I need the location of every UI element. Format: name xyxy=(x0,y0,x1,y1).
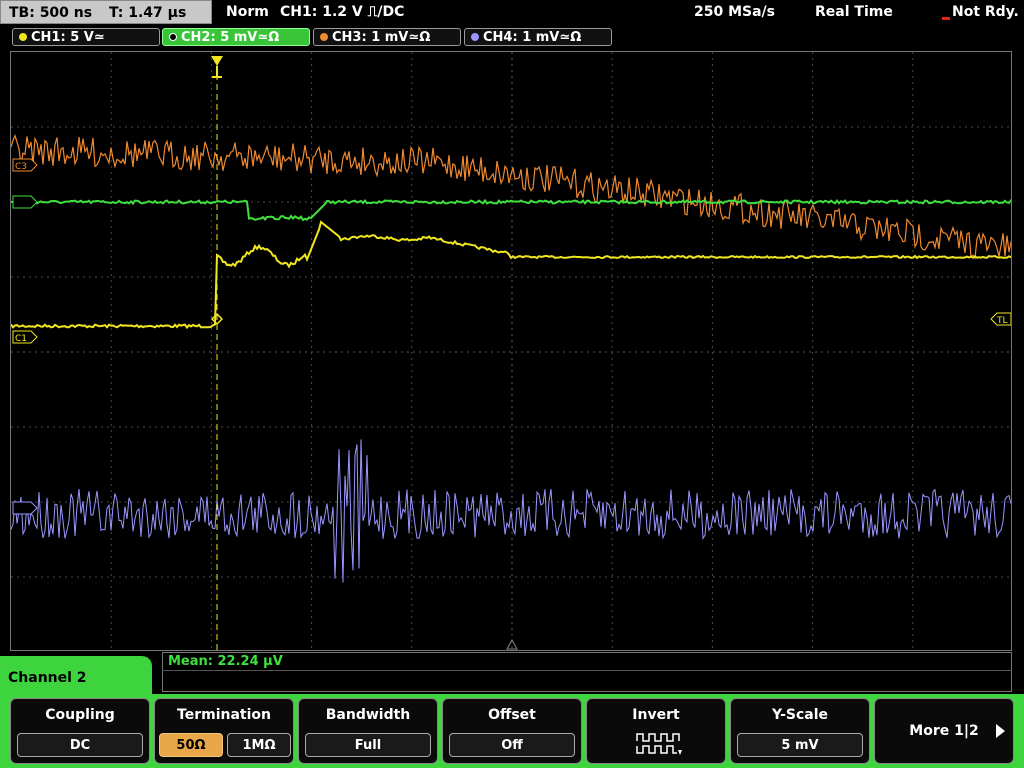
trigger-mode[interactable]: Norm xyxy=(226,4,269,20)
trigger-level-marker[interactable]: TL xyxy=(990,312,1011,326)
c2-marker-icon[interactable] xyxy=(12,195,38,209)
measurement-panel[interactable] xyxy=(162,652,1012,692)
invert-title: Invert xyxy=(632,707,680,723)
tab-ch4[interactable]: CH4: 1 mV≃Ω xyxy=(464,28,612,46)
tab-ch3-label: CH3: 1 mV≃Ω xyxy=(332,30,431,45)
yscale-value[interactable]: 5 mV xyxy=(737,733,863,757)
bandwidth-title: Bandwidth xyxy=(325,707,411,723)
trigger-level-label: TL xyxy=(996,316,1008,326)
c3-marker[interactable]: C3 xyxy=(12,158,38,172)
ch2-color-icon xyxy=(169,33,177,41)
timebase-value: TB: 500 ns xyxy=(9,5,93,21)
coupling-softkey[interactable]: Coupling DC xyxy=(10,698,150,764)
waveform-display[interactable]: C3 C1 TL xyxy=(10,51,1012,651)
timebase-box[interactable]: TB: 500 ns T: 1.47 µs xyxy=(0,0,212,24)
trigger-source[interactable]: CH1: 1.2 V ⎍/DC xyxy=(280,4,404,20)
sample-rate: 250 MSa/s xyxy=(694,4,776,20)
ch3-color-icon xyxy=(320,33,328,41)
tab-ch1[interactable]: CH1: 5 V≃ xyxy=(12,28,160,46)
trigger-position-icon[interactable] xyxy=(211,56,223,78)
waveform-svg: C3 C1 TL xyxy=(11,52,1011,650)
more-label: More 1|2 xyxy=(909,723,979,739)
tab-ch2-label: CH2: 5 mV≃Ω xyxy=(181,30,280,45)
measurement-mean: Mean: 22.24 µV xyxy=(168,654,283,669)
yscale-title: Y-Scale xyxy=(771,707,828,723)
arrow-right-icon xyxy=(996,724,1005,738)
trigger-time-value: T: 1.47 µs xyxy=(108,5,187,21)
termination-1mohm-option[interactable]: 1MΩ xyxy=(227,733,291,757)
termination-50ohm-option[interactable]: 50Ω xyxy=(159,733,223,757)
tab-ch4-label: CH4: 1 mV≃Ω xyxy=(483,30,582,45)
tab-ch2[interactable]: CH2: 5 mV≃Ω xyxy=(162,28,310,46)
more-softkey[interactable]: More 1|2 xyxy=(874,698,1014,764)
tab-ch3[interactable]: CH3: 1 mV≃Ω xyxy=(313,28,461,46)
top-status-bar: TB: 500 ns T: 1.47 µs Norm CH1: 1.2 V ⎍/… xyxy=(0,0,1024,26)
c3-marker-label: C3 xyxy=(15,162,27,172)
coupling-value[interactable]: DC xyxy=(17,733,143,757)
measurement-divider xyxy=(162,670,1012,671)
bandwidth-softkey[interactable]: Bandwidth Full xyxy=(298,698,438,764)
c4-marker-icon[interactable] xyxy=(12,501,38,515)
termination-title: Termination xyxy=(177,707,271,723)
c1-marker[interactable]: C1 xyxy=(12,330,38,344)
status-indicator-icon xyxy=(942,17,950,20)
offset-value[interactable]: Off xyxy=(449,733,575,757)
invert-waveform-icon xyxy=(636,733,682,755)
offset-title: Offset xyxy=(488,707,536,723)
coupling-title: Coupling xyxy=(45,707,115,723)
invert-softkey[interactable]: Invert xyxy=(586,698,726,764)
acquisition-status: Not Rdy. xyxy=(952,4,1019,20)
c1-marker-label: C1 xyxy=(15,334,27,344)
acquisition-mode[interactable]: Real Time xyxy=(815,4,893,20)
channel-tabs: CH1: 5 V≃ CH2: 5 mV≃Ω CH3: 1 mV≃Ω CH4: 1… xyxy=(0,27,1024,49)
termination-softkey[interactable]: Termination 50Ω 1MΩ xyxy=(154,698,294,764)
ch1-color-icon xyxy=(19,33,27,41)
offset-softkey[interactable]: Offset Off xyxy=(442,698,582,764)
graticule xyxy=(11,52,1011,650)
yscale-softkey[interactable]: Y-Scale 5 mV xyxy=(730,698,870,764)
tab-ch1-label: CH1: 5 V≃ xyxy=(31,30,105,45)
bandwidth-value[interactable]: Full xyxy=(305,733,431,757)
ch4-color-icon xyxy=(471,33,479,41)
